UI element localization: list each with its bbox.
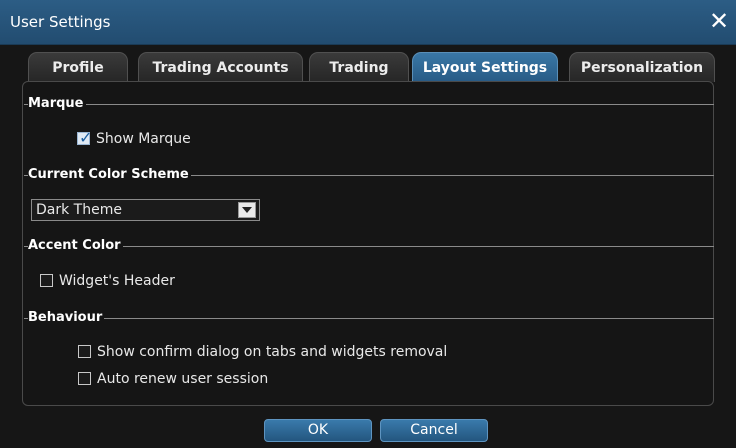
checkbox-box: ✓ (77, 128, 92, 147)
tab-layout-settings[interactable]: Layout Settings (412, 52, 558, 82)
tab-personalization[interactable]: Personalization (569, 52, 715, 82)
chevron-down-icon[interactable] (238, 202, 256, 218)
accent-color-group-divider (24, 246, 714, 247)
checkmark-icon: ✓ (79, 128, 93, 147)
confirm-removal-checkbox[interactable]: Show confirm dialog on tabs and widgets … (78, 343, 478, 361)
show-marque-checkbox[interactable]: ✓ Show Marque (77, 128, 257, 148)
auto-renew-label: Auto renew user session (97, 371, 269, 387)
marque-group-title: Marque (28, 96, 86, 112)
widget-header-label: Widget's Header (59, 273, 175, 289)
show-marque-label: Show Marque (96, 131, 191, 147)
checkbox-box (78, 345, 91, 358)
color-scheme-group-title: Current Color Scheme (28, 167, 191, 183)
accent-color-group-title: Accent Color (28, 238, 123, 254)
behaviour-group-divider (24, 318, 714, 319)
cancel-button[interactable]: Cancel (380, 419, 488, 442)
title-bar: User Settings ✕ (0, 0, 736, 45)
checkbox-box (40, 274, 53, 287)
auto-renew-checkbox[interactable]: Auto renew user session (78, 370, 298, 388)
color-scheme-select[interactable]: Dark Theme (31, 199, 260, 221)
widget-header-checkbox[interactable]: Widget's Header (40, 272, 220, 290)
user-settings-dialog: User Settings ✕ Profile Trading Accounts… (0, 0, 736, 448)
marque-group-divider (24, 104, 714, 105)
ok-button[interactable]: OK (264, 419, 372, 442)
tab-profile[interactable]: Profile (28, 52, 128, 82)
tab-trading-accounts[interactable]: Trading Accounts (138, 52, 303, 82)
behaviour-group-title: Behaviour (28, 310, 105, 326)
color-scheme-value: Dark Theme (36, 202, 122, 218)
dialog-title: User Settings (10, 13, 111, 31)
tab-trading[interactable]: Trading (309, 52, 409, 82)
confirm-removal-label: Show confirm dialog on tabs and widgets … (97, 344, 448, 360)
checkbox-box (78, 372, 91, 385)
close-icon[interactable]: ✕ (706, 8, 732, 34)
